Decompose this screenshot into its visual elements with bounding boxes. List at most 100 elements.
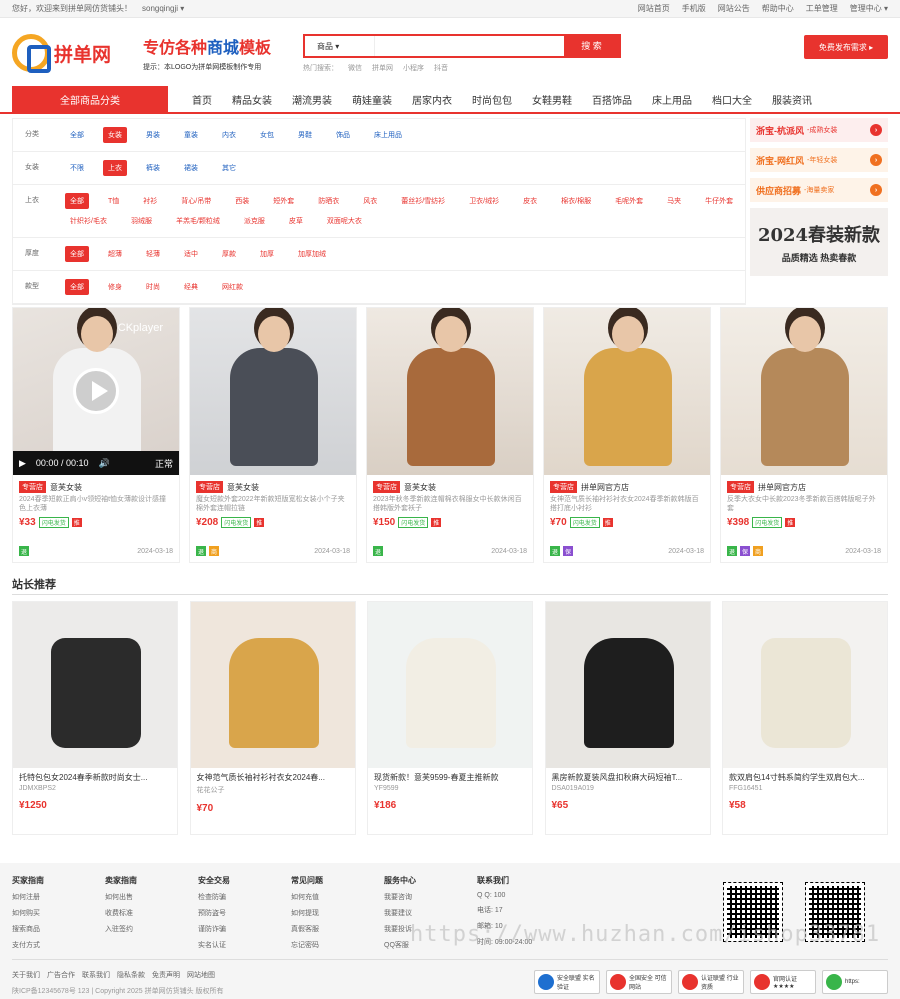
trust-badge[interactable]: 认证联盟 行业资质 xyxy=(678,970,744,994)
recommend-card[interactable]: 女神范气质长袖衬衫衬衣女2024春... 花花公子 ¥70 xyxy=(189,601,356,835)
volume-icon[interactable]: 🔊 xyxy=(98,458,109,469)
product-desc[interactable]: 2024春季短款正肩小v领短袖t恤女薄款设计感撞色上衣薄 xyxy=(19,495,173,513)
product-image[interactable] xyxy=(190,308,356,475)
recommend-name[interactable]: 托特包包女2024春季新款时尚女士... xyxy=(13,768,177,783)
footer-bottom-link[interactable]: 隐私条款 xyxy=(117,972,145,979)
footer-link[interactable]: 真假客服 xyxy=(291,924,384,934)
footer-link[interactable]: 谨防诈骗 xyxy=(198,924,291,934)
recommend-card[interactable]: 现货新款！意芙9599-春夏主推新款 YF9599 ¥186 xyxy=(367,601,533,835)
product-card[interactable]: 专营店 意芙女装 魔女短款外套2022年新款短版宽松女装小个子夹棉外套连帽拉链 ¥20… xyxy=(189,307,357,563)
product-card[interactable]: 专营店 拼单网官方店 反季大衣女中长款2023冬季新款百搭韩版呢子外套 ¥398 闪电发… xyxy=(720,307,888,563)
product-desc[interactable]: 2023年秋冬季新款连帽棉衣棉服女中长款休闲百搭韩版外套袄子 xyxy=(373,495,527,513)
hot-word[interactable]: 拼单网 xyxy=(372,63,393,73)
filter-option[interactable]: 派克服 xyxy=(239,213,270,229)
shop-name[interactable]: 意芙女装 xyxy=(404,482,436,493)
search-input[interactable] xyxy=(375,35,564,56)
filter-option[interactable]: 防晒衣 xyxy=(313,193,344,209)
filter-option[interactable]: 其它 xyxy=(217,160,241,176)
filter-option[interactable]: 男鞋 xyxy=(293,127,317,143)
toplink-admin[interactable]: 管理中心 ▾ xyxy=(850,3,888,14)
filter-option[interactable]: 全部 xyxy=(65,279,89,295)
product-desc[interactable]: 女神范气质长袖衬衫衬衣女2024春季新款韩版百搭打底小衬衫 xyxy=(550,495,704,513)
filter-option[interactable]: 风衣 xyxy=(358,193,382,209)
footer-link[interactable]: 如何购买 xyxy=(12,908,105,918)
trust-badge[interactable]: https: xyxy=(822,970,888,994)
publish-demand-button[interactable]: 免费发布需求 ▸ xyxy=(804,35,888,59)
product-image[interactable] xyxy=(545,602,710,768)
filter-option[interactable]: 毛呢外套 xyxy=(610,193,648,209)
recommend-name[interactable]: 款双肩包14寸韩系简约学生双肩包大... xyxy=(723,768,887,783)
footer-link[interactable]: 如何充值 xyxy=(291,892,384,902)
filter-option[interactable]: 皮衣 xyxy=(518,193,542,209)
search-type-select[interactable]: 商品 ▾ xyxy=(305,35,375,56)
footer-bottom-link[interactable]: 广告合作 xyxy=(47,972,75,979)
filter-option[interactable]: 男装 xyxy=(141,127,165,143)
product-image[interactable] xyxy=(367,308,533,475)
ad-banner[interactable]: 供应商招募 -海量卖家 › xyxy=(750,178,888,202)
product-desc[interactable]: 魔女短款外套2022年新款短版宽松女装小个子夹棉外套连帽拉链 xyxy=(196,495,350,513)
filter-option[interactable]: 加厚 xyxy=(255,246,279,262)
toplink-notice[interactable]: 网站公告 xyxy=(718,3,750,14)
footer-link[interactable]: 检查防骗 xyxy=(198,892,291,902)
recommend-name[interactable]: 黑房新款夏装风盘扣秋麻大码短袖T... xyxy=(546,768,710,783)
filter-option[interactable]: 全部 xyxy=(65,127,89,143)
filter-option[interactable]: 针织衫/毛衣 xyxy=(65,213,112,229)
trust-badge[interactable]: 安全联盟 实名验证 xyxy=(534,970,600,994)
filter-option[interactable]: T恤 xyxy=(103,193,124,209)
filter-option[interactable]: 经典 xyxy=(179,279,203,295)
filter-option[interactable]: 厚款 xyxy=(217,246,241,262)
product-image[interactable] xyxy=(190,602,355,768)
filter-option[interactable]: 裙装 xyxy=(179,160,203,176)
filter-option[interactable]: 皮草 xyxy=(284,213,308,229)
nav-item[interactable]: 时尚包包 xyxy=(472,92,512,107)
filter-option[interactable]: 棉衣/棉服 xyxy=(556,193,596,209)
nav-item[interactable]: 精品女装 xyxy=(232,92,272,107)
footer-link[interactable]: QQ客服 xyxy=(384,940,477,950)
shop-name[interactable]: 意芙女装 xyxy=(227,482,259,493)
user-menu[interactable]: songqingji ▾ xyxy=(142,4,184,13)
filter-option[interactable]: 上衣 xyxy=(103,160,127,176)
filter-option[interactable]: 背心/吊带 xyxy=(176,193,216,209)
footer-link[interactable]: 我要投诉 xyxy=(384,924,477,934)
filter-option[interactable]: 不限 xyxy=(65,160,89,176)
recommend-card[interactable]: 托特包包女2024春季新款时尚女士... JDMXBPS2 ¥1250 xyxy=(12,601,178,835)
footer-link[interactable]: 收费标准 xyxy=(105,908,198,918)
nav-item[interactable]: 床上用品 xyxy=(652,92,692,107)
footer-bottom-link[interactable]: 联系我们 xyxy=(82,972,110,979)
shop-name[interactable]: 拼单网官方店 xyxy=(581,482,629,493)
ad-banner[interactable]: 浙宝-网红风 -年轻女装 › xyxy=(750,148,888,172)
product-card[interactable]: 专营店 拼单网官方店 女神范气质长袖衬衫衬衣女2024春季新款韩版百搭打底小衬衫 ¥7… xyxy=(543,307,711,563)
toplink-home[interactable]: 网站首页 xyxy=(638,3,670,14)
trust-badge[interactable]: 全国安全 可信网站 xyxy=(606,970,672,994)
toplink-mobile[interactable]: 手机版 xyxy=(682,3,706,14)
product-card[interactable]: CKplayer ▶ 00:00 / 00:10 🔊 正常 专营店 意芙女装 2024春季短款… xyxy=(12,307,180,563)
filter-option[interactable]: 加厚加绒 xyxy=(293,246,331,262)
product-image[interactable] xyxy=(368,602,532,768)
footer-link[interactable]: 入驻签约 xyxy=(105,924,198,934)
filter-option[interactable]: 内衣 xyxy=(217,127,241,143)
filter-option[interactable]: 马夹 xyxy=(662,193,686,209)
footer-link[interactable]: 如何提现 xyxy=(291,908,384,918)
product-image[interactable] xyxy=(723,602,887,768)
site-logo[interactable]: 拼单网 xyxy=(12,29,137,77)
nav-item[interactable]: 居家内衣 xyxy=(412,92,452,107)
product-image[interactable] xyxy=(544,308,710,475)
nav-item[interactable]: 潮流男装 xyxy=(292,92,332,107)
ad-banner[interactable]: 浙宝-杭派风 -成熟女装 › xyxy=(750,118,888,142)
product-image[interactable] xyxy=(13,602,177,768)
footer-bottom-link[interactable]: 免责声明 xyxy=(152,972,180,979)
filter-option[interactable]: 时尚 xyxy=(141,279,165,295)
filter-option[interactable]: 饰品 xyxy=(331,127,355,143)
footer-link[interactable]: 搜索商品 xyxy=(12,924,105,934)
footer-bottom-link[interactable]: 关于我们 xyxy=(12,972,40,979)
filter-option[interactable]: 童装 xyxy=(179,127,203,143)
filter-option[interactable]: 超薄 xyxy=(103,246,127,262)
product-desc[interactable]: 反季大衣女中长款2023冬季新款百搭韩版呢子外套 xyxy=(727,495,881,513)
all-categories-button[interactable]: 全部商品分类 xyxy=(12,86,168,112)
nav-item[interactable]: 档口大全 xyxy=(712,92,752,107)
filter-option[interactable]: 床上用品 xyxy=(369,127,407,143)
recommend-name[interactable]: 女神范气质长袖衬衫衬衣女2024春... xyxy=(191,768,355,783)
nav-item[interactable]: 萌娃童装 xyxy=(352,92,392,107)
hot-word[interactable]: 微信 xyxy=(348,63,362,73)
trust-badge[interactable]: 官网认证 ★★★★ xyxy=(750,970,816,994)
